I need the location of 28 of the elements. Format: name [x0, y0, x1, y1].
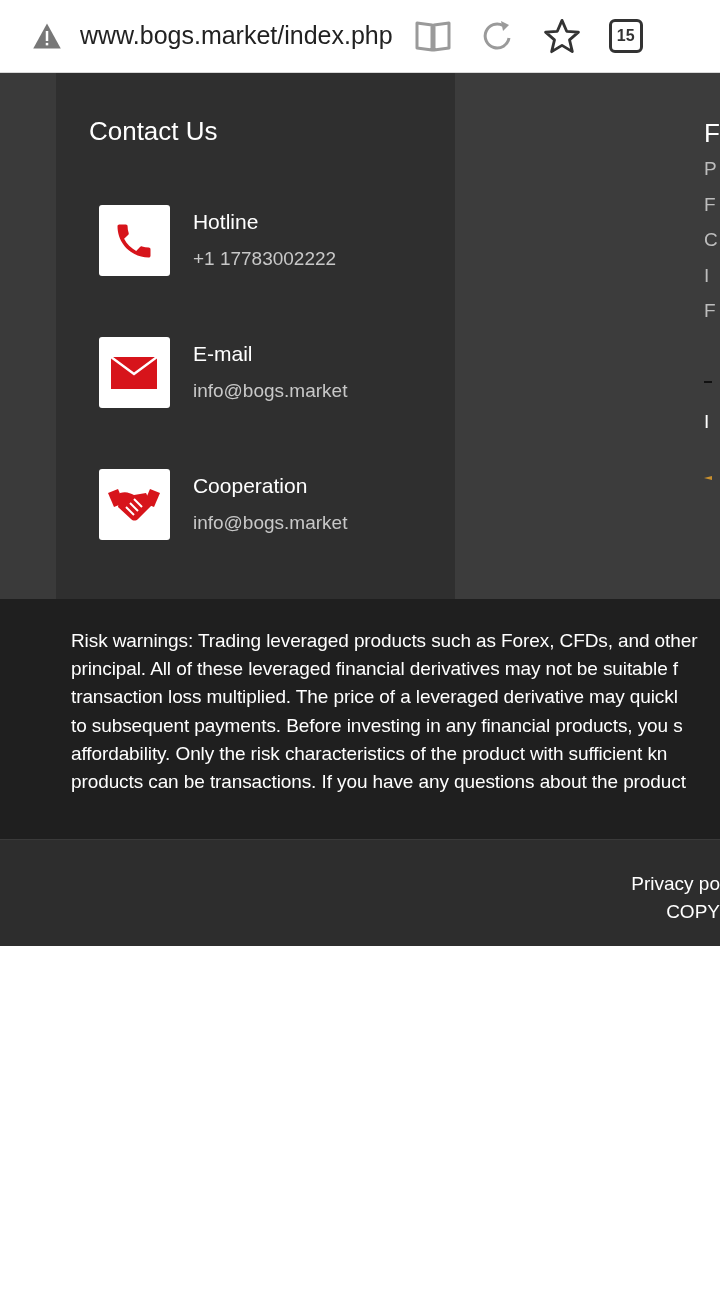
contact-value: +1 17783002222 [192, 247, 337, 271]
risk-warning-line: products can be transactions. If you have any questions about the product [71, 770, 686, 794]
risk-warning-line: Risk warnings: Trading leveraged products such as Forex, CFDs, and other [71, 629, 698, 653]
column-heading: F [704, 117, 720, 149]
warning-icon [32, 22, 62, 50]
footer-link[interactable]: I [704, 257, 710, 293]
contact-title: Contact Us [88, 115, 219, 147]
risk-warning-line: transaction loss multiplied. The price of a leveraged derivative may quickl [71, 685, 678, 710]
risk-warning-line: principal. All of these leveraged financial derivatives may not be suitable f [71, 657, 678, 682]
contact-value: info@bogs.market [192, 511, 348, 535]
footer-link[interactable]: C [704, 222, 718, 258]
contact-label: E-mail [192, 341, 254, 367]
risk-warning-line: affordability. Only the risk characteristics of the product with sufficient kn [71, 741, 668, 766]
risk-warning-line: to subsequent payments. Before investing in any financial products, you s [71, 713, 683, 738]
contact-label: Hotline [192, 209, 260, 235]
footer-link[interactable]: F [704, 293, 716, 329]
privacy-link[interactable]: Privacy po [631, 870, 720, 898]
footer-link[interactable]: F [704, 186, 716, 222]
book-icon[interactable] [414, 20, 451, 52]
url-text[interactable]: www.bogs.market/index.php [80, 17, 393, 55]
column-text: I [704, 409, 710, 434]
contact-label: Cooperation [192, 473, 309, 499]
contact-value: info@bogs.market [192, 379, 348, 403]
envelope-icon [111, 356, 158, 389]
copyright-text: COPY [666, 900, 720, 924]
tab-count-button[interactable]: 15 [608, 19, 643, 53]
star-icon[interactable] [542, 18, 581, 54]
footer-link[interactable]: P [704, 151, 717, 187]
